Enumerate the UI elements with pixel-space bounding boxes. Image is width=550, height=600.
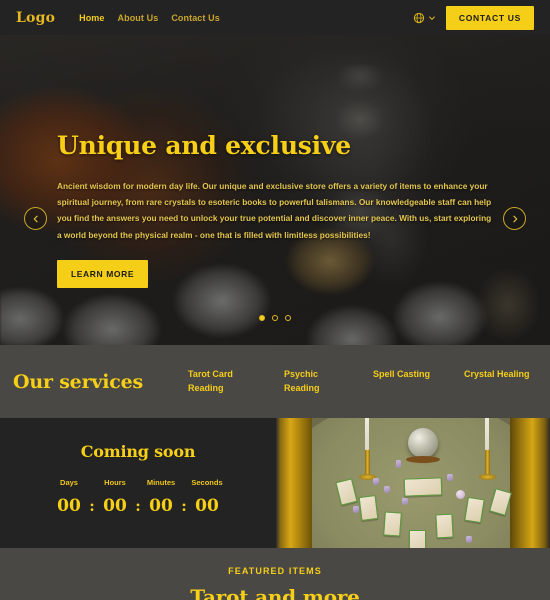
countdown-labels: Days Hours Minutes Seconds	[0, 478, 276, 487]
language-switcher[interactable]	[413, 12, 436, 24]
countdown-label-days: Days	[60, 478, 78, 487]
site-logo[interactable]: Logo	[16, 10, 55, 26]
countdown-separator: :	[135, 497, 141, 515]
featured-items-section: FEATURED ITEMS Tarot and more	[0, 548, 550, 600]
service-item-spell-casting[interactable]: Spell Casting	[373, 368, 464, 381]
countdown-label-hours: Hours	[104, 478, 126, 487]
carousel-dots	[0, 315, 550, 321]
carousel-next-button[interactable]	[503, 207, 526, 230]
header-actions: CONTACT US	[413, 5, 534, 30]
service-item-psychic-reading[interactable]: Psychic Reading	[284, 368, 373, 394]
hero-description: Ancient wisdom for modern day life. Our …	[57, 181, 492, 240]
chevron-left-icon	[33, 215, 38, 222]
carousel-prev-button[interactable]	[24, 207, 47, 230]
countdown-values: 00 : 00 : 00 : 00	[0, 496, 276, 516]
featured-items-heading: Tarot and more	[190, 585, 360, 600]
countdown-label-seconds: Seconds	[191, 478, 223, 487]
site-header: Logo Home About Us Contact Us CONTACT US	[0, 0, 550, 35]
countdown-value-seconds: 00	[195, 496, 219, 516]
chevron-down-icon	[429, 15, 435, 20]
services-section: Our services Tarot Card Reading Psychic …	[0, 345, 550, 418]
carousel-dot-3[interactable]	[285, 315, 291, 321]
services-title: Our services	[13, 370, 143, 393]
countdown-value-minutes: 00	[149, 496, 173, 516]
page-root: Logo Home About Us Contact Us CONTACT US	[0, 0, 550, 600]
countdown-label-minutes: Minutes	[146, 478, 176, 487]
tarot-reading-table-image	[276, 418, 550, 548]
coming-soon-section: Coming soon Days Hours Minutes Seconds 0…	[0, 418, 550, 548]
nav-item-contact-us[interactable]: Contact Us	[171, 13, 220, 23]
hero-content: Unique and exclusive Ancient wisdom for …	[0, 35, 550, 288]
countdown-separator: :	[181, 497, 187, 515]
hero-title: Unique and exclusive	[57, 131, 352, 160]
carousel-dot-1[interactable]	[259, 315, 265, 321]
countdown-value-days: 00	[57, 496, 81, 516]
nav-item-home[interactable]: Home	[79, 13, 104, 23]
learn-more-button[interactable]: LEARN MORE	[57, 259, 149, 288]
coming-soon-title: Coming soon	[80, 442, 196, 461]
carousel-dot-2[interactable]	[272, 315, 278, 321]
service-item-tarot-card-reading[interactable]: Tarot Card Reading	[188, 368, 284, 394]
main-navigation: Home About Us Contact Us	[79, 13, 220, 23]
globe-icon	[413, 12, 425, 23]
countdown-value-hours: 00	[103, 496, 127, 516]
chevron-right-icon	[512, 215, 517, 222]
hero-carousel: Unique and exclusive Ancient wisdom for …	[0, 35, 550, 345]
service-item-crystal-healing[interactable]: Crystal Healing	[464, 368, 550, 381]
featured-items-kicker: FEATURED ITEMS	[228, 566, 322, 576]
nav-item-about-us[interactable]: About Us	[118, 13, 159, 23]
countdown-separator: :	[89, 497, 95, 515]
countdown-panel: Coming soon Days Hours Minutes Seconds 0…	[0, 418, 276, 548]
services-list: Tarot Card Reading Psychic Reading Spell…	[188, 368, 550, 394]
contact-us-button[interactable]: CONTACT US	[445, 5, 534, 30]
